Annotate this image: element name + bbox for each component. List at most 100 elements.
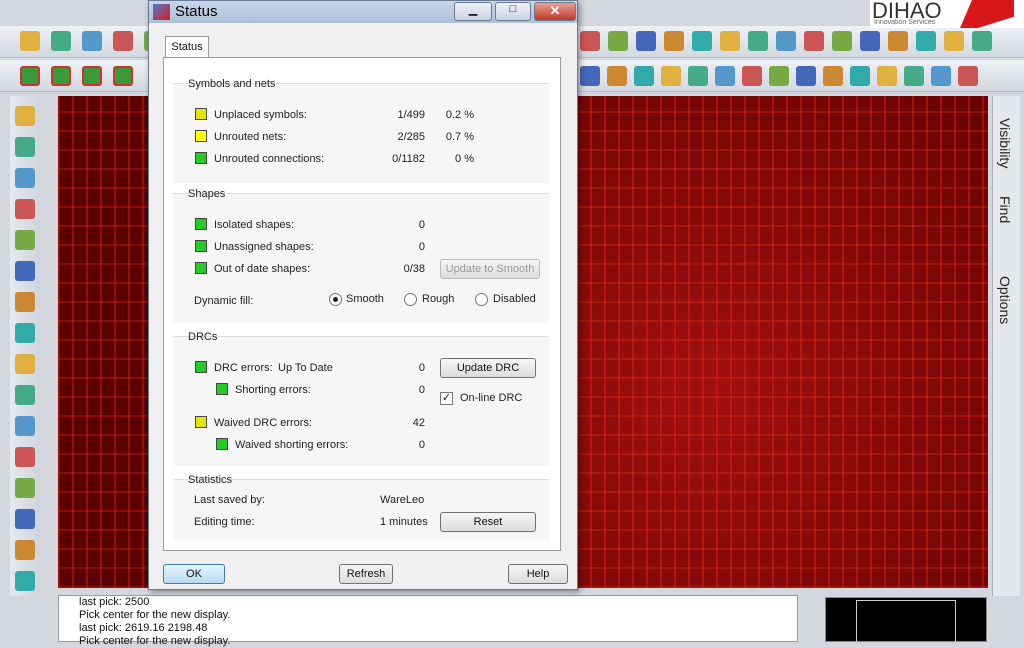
- toolbar-button[interactable]: [608, 31, 628, 51]
- left-toolbar-button[interactable]: [15, 540, 35, 560]
- toolbar-button[interactable]: [634, 66, 654, 86]
- minimize-button[interactable]: ▁: [454, 2, 492, 21]
- toolbar-button[interactable]: [888, 31, 908, 51]
- reset-button[interactable]: Reset: [440, 512, 536, 532]
- toolbar-button[interactable]: [860, 31, 880, 51]
- toolbar-button[interactable]: [823, 66, 843, 86]
- maximize-button[interactable]: □: [495, 2, 531, 21]
- toolbar-button[interactable]: [636, 31, 656, 51]
- left-toolbar-button[interactable]: [15, 168, 35, 188]
- toolbar-button[interactable]: [113, 31, 133, 51]
- toolbar-button[interactable]: [664, 31, 684, 51]
- toolbar-button[interactable]: [20, 31, 40, 51]
- left-toolbar-button[interactable]: [15, 509, 35, 529]
- toolbar-button[interactable]: [720, 31, 740, 51]
- left-toolbar-button[interactable]: [15, 416, 35, 436]
- ok-button[interactable]: OK: [163, 564, 225, 584]
- toolbar-button[interactable]: [972, 31, 992, 51]
- refresh-button[interactable]: Refresh: [339, 564, 393, 584]
- shorting-indicator: [216, 383, 228, 395]
- editing-time-label: Editing time:: [194, 516, 255, 528]
- row-percent: 0 %: [455, 153, 474, 165]
- toolbar-button[interactable]: [931, 66, 951, 86]
- logo-mark: [960, 0, 1014, 28]
- close-button[interactable]: ✕: [534, 2, 576, 21]
- waived-short-count: 0: [418, 439, 425, 451]
- toolbar-button[interactable]: [661, 66, 681, 86]
- console-line: Pick center for the new display.: [79, 609, 231, 621]
- toolbar-button[interactable]: [877, 66, 897, 86]
- tab-visibility[interactable]: Visibility: [997, 118, 1013, 168]
- status-indicator: [195, 108, 207, 120]
- left-toolbar-button[interactable]: [15, 385, 35, 405]
- toolbar-button[interactable]: [748, 31, 768, 51]
- row-label: Unrouted connections:: [214, 153, 325, 165]
- toolbar-button[interactable]: [769, 66, 789, 86]
- tab-options[interactable]: Options: [997, 276, 1013, 324]
- left-toolbar-button[interactable]: [15, 571, 35, 591]
- left-toolbar-button[interactable]: [15, 230, 35, 250]
- world-view-minimap[interactable]: [825, 597, 987, 643]
- dialog-titlebar[interactable]: Status ▁ □ ✕: [149, 1, 577, 23]
- toolbar-button[interactable]: [692, 31, 712, 51]
- toolbar-button[interactable]: [904, 66, 924, 86]
- toolbar-button[interactable]: [580, 66, 600, 86]
- waived-count: 42: [412, 417, 425, 429]
- left-toolbar-button[interactable]: [15, 261, 35, 281]
- row-percent: 0.2 %: [445, 109, 474, 121]
- update-to-smooth-button[interactable]: Update to Smooth: [440, 259, 540, 279]
- toolbar-button[interactable]: [776, 31, 796, 51]
- toolbar-button[interactable]: [607, 66, 627, 86]
- toolbar-button[interactable]: [51, 31, 71, 51]
- shapes-heading: Shapes: [188, 188, 226, 200]
- left-toolbar-button[interactable]: [15, 199, 35, 219]
- toolbar-button[interactable]: [82, 31, 102, 51]
- left-toolbar-button[interactable]: [15, 323, 35, 343]
- side-panel-tabs: Visibility Find Options: [992, 96, 1020, 596]
- update-drc-button[interactable]: Update DRC: [440, 358, 536, 378]
- online-drc-checkbox[interactable]: ✓: [440, 392, 453, 405]
- toolbar-button[interactable]: [916, 31, 936, 51]
- toolbar-button[interactable]: [958, 66, 978, 86]
- status-indicator: [195, 152, 207, 164]
- toolbar-button[interactable]: [804, 31, 824, 51]
- waived-short-indicator: [216, 438, 228, 450]
- toolbar-button[interactable]: [113, 66, 133, 86]
- toolbar-button[interactable]: [742, 66, 762, 86]
- toolbar-button[interactable]: [51, 66, 71, 86]
- drc-status-indicator: [195, 361, 207, 373]
- radio-rough[interactable]: [404, 293, 417, 306]
- waived-label: Waived DRC errors:: [214, 417, 312, 429]
- left-toolbar-button[interactable]: [15, 137, 35, 157]
- radio-disabled[interactable]: [475, 293, 488, 306]
- row-label: Unrouted nets:: [214, 131, 287, 143]
- row-count: 0: [418, 241, 425, 253]
- left-toolbar-button[interactable]: [15, 106, 35, 126]
- toolbar-button[interactable]: [20, 66, 40, 86]
- row-label: Out of date shapes:: [214, 263, 311, 275]
- toolbar-button[interactable]: [832, 31, 852, 51]
- help-button[interactable]: Help: [508, 564, 568, 584]
- row-label: Unplaced symbols:: [214, 109, 307, 121]
- tab-status[interactable]: Status: [165, 36, 209, 58]
- left-toolbar-button[interactable]: [15, 447, 35, 467]
- toolbar-button[interactable]: [944, 31, 964, 51]
- left-toolbar-button[interactable]: [15, 478, 35, 498]
- toolbar-button[interactable]: [82, 66, 102, 86]
- row-label: Unassigned shapes:: [214, 241, 314, 253]
- toolbar-button[interactable]: [580, 31, 600, 51]
- radio-smooth-label: Smooth: [346, 293, 384, 305]
- left-toolbar-button[interactable]: [15, 292, 35, 312]
- left-toolbar-button[interactable]: [15, 354, 35, 374]
- last-saved-label: Last saved by:: [194, 494, 265, 506]
- toolbar-button[interactable]: [850, 66, 870, 86]
- toolbar-button[interactable]: [715, 66, 735, 86]
- command-console[interactable]: last pick: 2500 Pick center for the new …: [58, 595, 798, 647]
- status-dialog: Status ▁ □ ✕ Status Symbols and nets Unp…: [148, 0, 578, 590]
- shorting-count: 0: [418, 384, 425, 396]
- online-drc-label: On-line DRC: [460, 392, 523, 404]
- radio-smooth[interactable]: [329, 293, 342, 306]
- toolbar-button[interactable]: [688, 66, 708, 86]
- tab-find[interactable]: Find: [997, 196, 1013, 223]
- toolbar-button[interactable]: [796, 66, 816, 86]
